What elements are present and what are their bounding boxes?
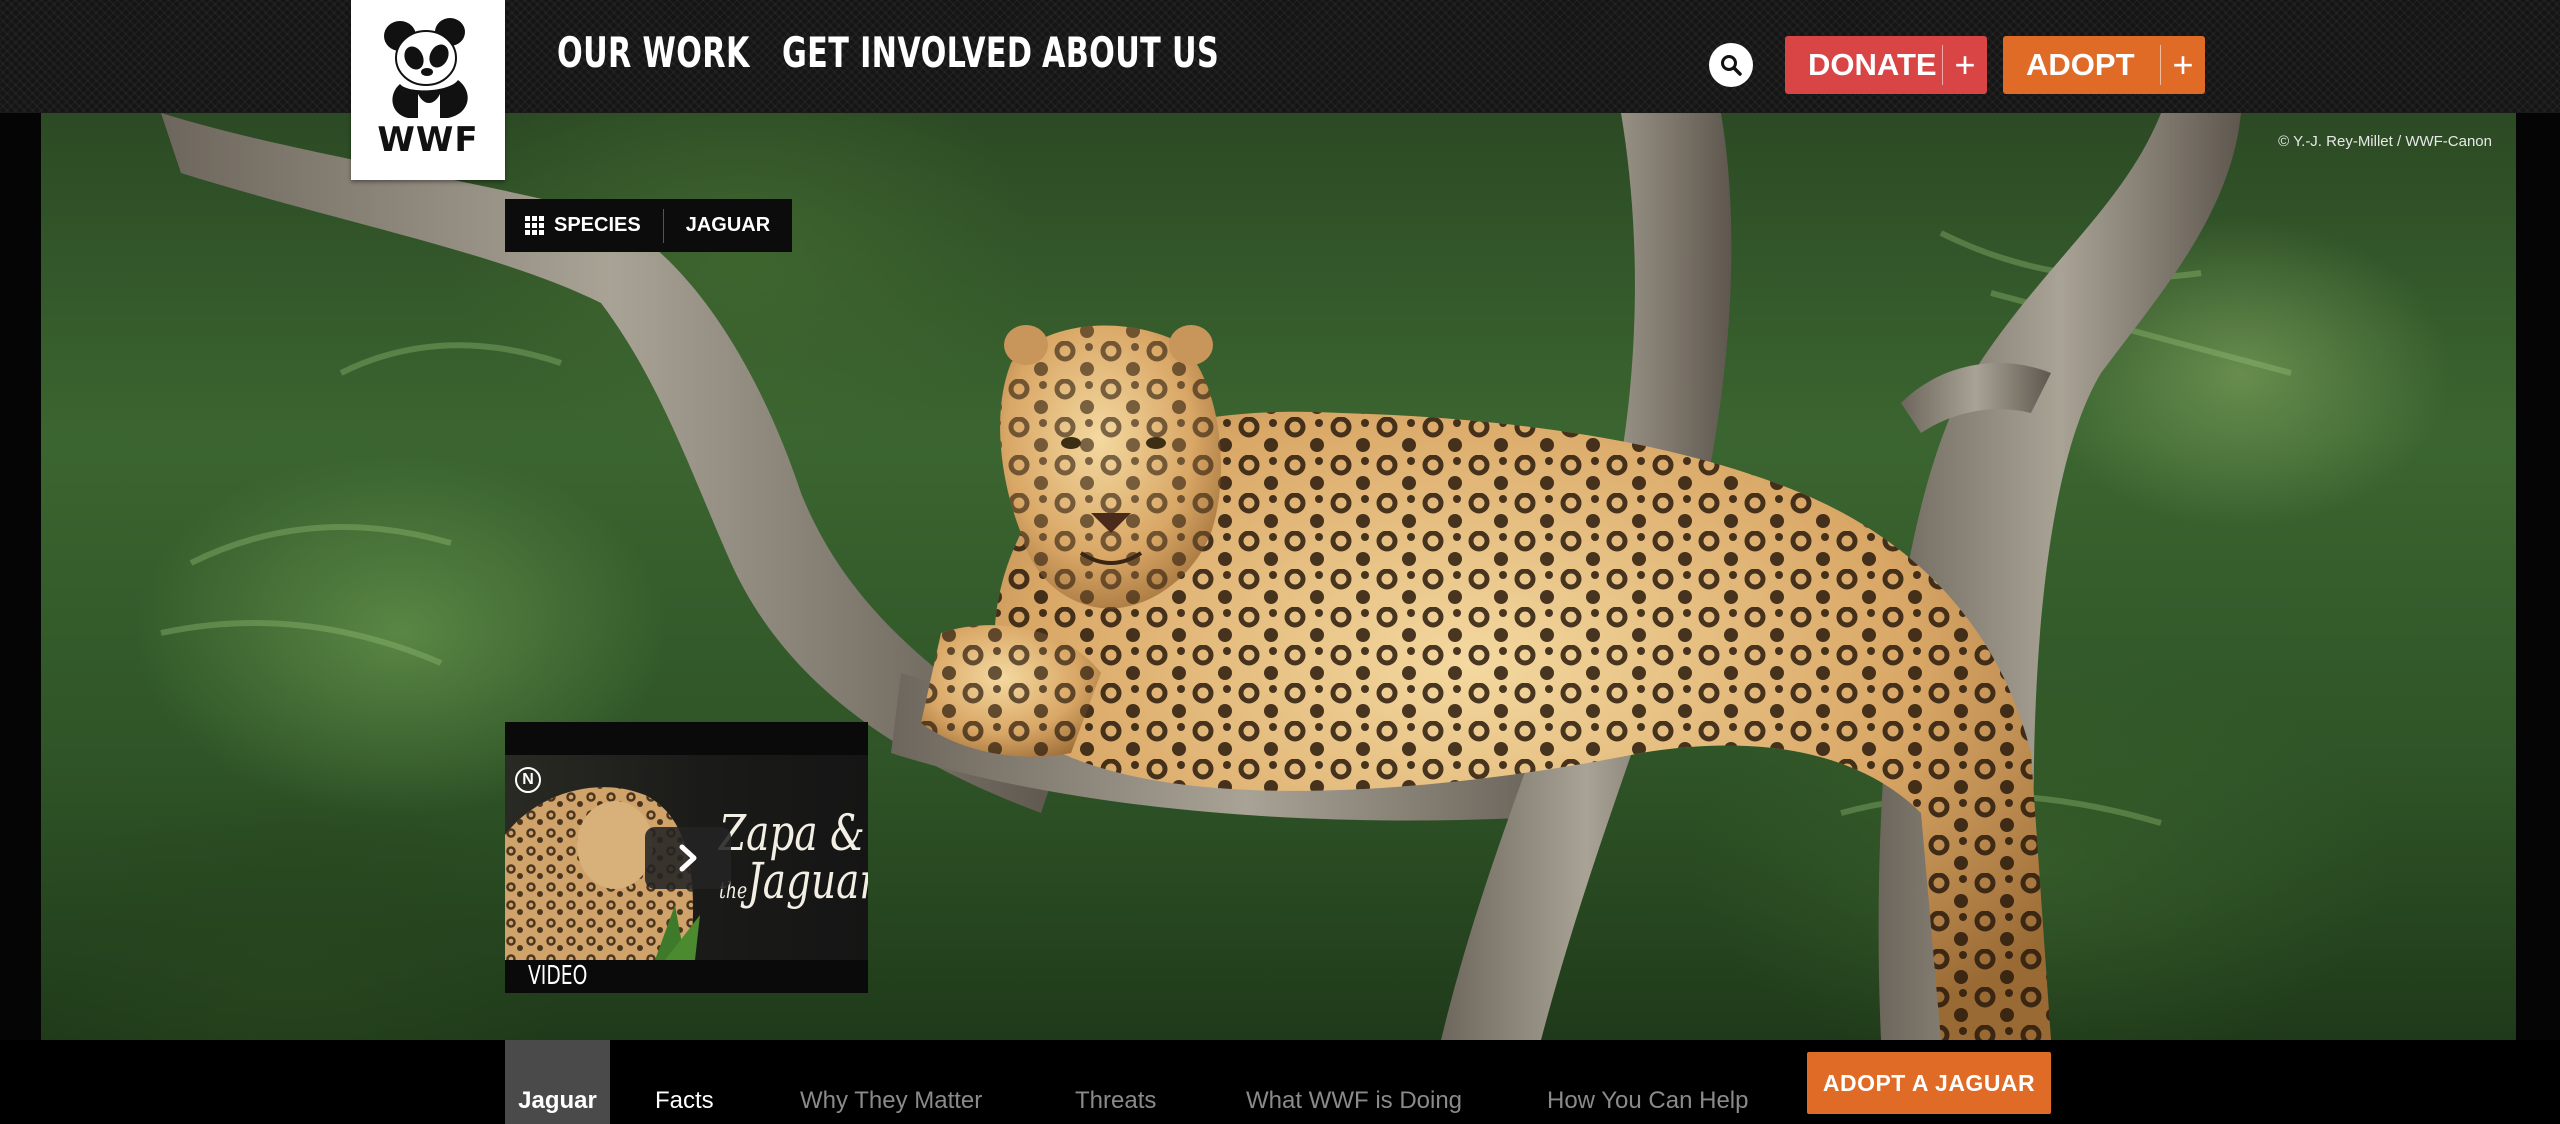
jaguar-photo: [160, 113, 2292, 1040]
search-icon: [1721, 55, 1742, 76]
hero-image: © Y.-J. Rey-Millet / WWF-Canon: [41, 113, 2516, 1040]
adopt-a-jaguar-button[interactable]: ADOPT A JAGUAR: [1807, 1052, 2051, 1114]
plus-icon: +: [1942, 44, 1987, 85]
species-subnav: Jaguar Facts Why They Matter Threats Wha…: [0, 1040, 2560, 1124]
nav-get-involved[interactable]: GET INVOLVED: [782, 28, 1032, 77]
adopt-button[interactable]: ADOPT +: [2003, 36, 2205, 94]
plus-icon: +: [2160, 44, 2205, 85]
donate-label: DONATE: [1808, 47, 1937, 82]
tab-why-they-matter[interactable]: Why They Matter: [800, 1040, 982, 1124]
video-title-line2: theJaguar: [719, 856, 868, 906]
tab-jaguar[interactable]: Jaguar: [505, 1040, 610, 1124]
channel-logo-icon: N: [515, 767, 541, 793]
breadcrumb-jaguar[interactable]: JAGUAR: [664, 199, 792, 252]
nav-our-work[interactable]: OUR WORK: [557, 28, 749, 77]
photo-credit: © Y.-J. Rey-Millet / WWF-Canon: [2278, 133, 2492, 150]
tab-threats[interactable]: Threats: [1075, 1040, 1156, 1124]
tab-how-you-can-help[interactable]: How You Can Help: [1547, 1040, 1748, 1124]
breadcrumb-species-label: SPECIES: [554, 214, 641, 236]
tab-what-wwf-is-doing[interactable]: What WWF is Doing: [1246, 1040, 1462, 1124]
main-nav: OUR WORK GET INVOLVED ABOUT US: [557, 28, 1219, 77]
nav-about-us[interactable]: ABOUT US: [1042, 28, 1219, 77]
search-button[interactable]: [1709, 43, 1753, 87]
wwf-logo[interactable]: WWF: [351, 0, 505, 180]
video-title-jaguar: Jaguar: [747, 851, 868, 910]
donate-button[interactable]: DONATE +: [1785, 36, 1987, 94]
chevron-right-icon: [679, 844, 697, 872]
play-button[interactable]: [645, 827, 731, 889]
grid-icon: [525, 216, 544, 235]
video-card[interactable]: N Zapa & theJaguar VIDEO: [505, 722, 868, 993]
breadcrumb: SPECIES JAGUAR: [505, 199, 793, 252]
video-thumbnail: N Zapa & theJaguar: [505, 755, 868, 960]
tab-facts[interactable]: Facts: [655, 1040, 714, 1124]
video-title: Zapa & theJaguar: [719, 804, 868, 906]
video-label: VIDEO: [528, 961, 588, 991]
adopt-label: ADOPT: [2026, 47, 2135, 82]
panda-icon: [384, 18, 468, 118]
breadcrumb-species[interactable]: SPECIES: [505, 208, 664, 243]
logo-text: WWF: [377, 120, 479, 160]
video-title-line1: Zapa &: [719, 804, 865, 862]
breadcrumb-jaguar-label: JAGUAR: [685, 214, 771, 236]
